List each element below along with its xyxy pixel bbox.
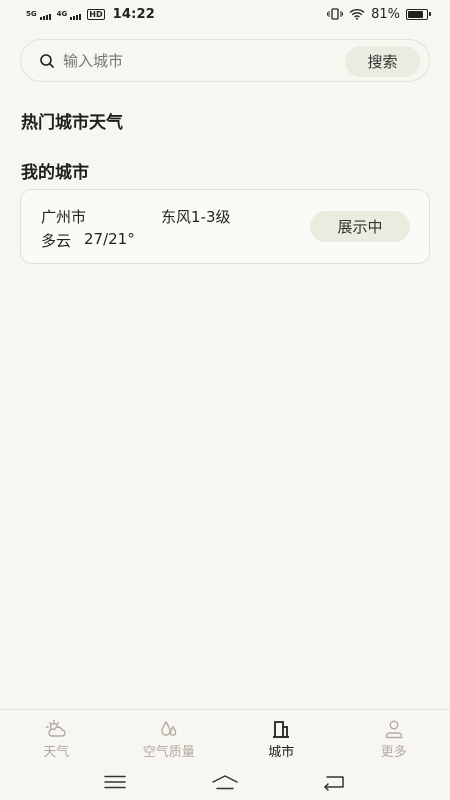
display-status-button[interactable]: 展示中 [310,211,410,242]
battery-icon [406,8,431,20]
droplets-icon [161,720,177,736]
tab-air-quality[interactable]: 空气质量 [113,710,226,763]
vibrate-icon [327,8,344,20]
menu-icon[interactable] [101,773,129,791]
bottom-tab-bar: 天气 空气质量 城市 更多 [0,709,450,763]
tab-more[interactable]: 更多 [338,710,450,763]
status-left: 5G 4G HD 14:22 [26,7,155,22]
battery-percent: 81% [371,6,400,22]
back-icon[interactable] [321,773,349,791]
network-label-4g: 4G [56,9,68,18]
person-icon [385,720,402,739]
search-bar: 搜索 [20,39,430,82]
tab-weather-label: 天气 [43,745,70,760]
city-wind: 东风1-3级 [161,208,231,226]
status-bar: 5G 4G HD 14:22 81% [0,0,450,28]
sun-cloud-icon [46,719,66,737]
hd-voice-icon: HD [87,8,105,20]
status-right: 81% [327,6,431,22]
network-label-5g: 5G [26,9,37,18]
hot-cities-title: 热门城市天气 [21,113,123,133]
city-card[interactable]: 广州市 东风1-3级 多云 27/21° 展示中 [20,189,430,264]
search-icon [40,53,54,68]
signal-5g-icon: 5G [26,9,51,20]
wifi-icon [349,8,365,20]
tab-more-label: 更多 [380,745,407,760]
battery-fill [408,10,423,18]
building-icon [273,721,290,738]
city-name: 广州市 [41,208,87,226]
tab-city[interactable]: 城市 [225,710,338,763]
tab-weather[interactable]: 天气 [0,710,113,763]
city-temperature: 27/21° [84,230,135,248]
home-icon[interactable] [211,773,239,791]
my-cities-title: 我的城市 [21,163,89,183]
status-time: 14:22 [112,6,155,22]
signal-4g-icon: 4G [56,9,82,20]
tab-air-quality-label: 空气质量 [142,745,195,760]
tab-city-label: 城市 [268,745,295,760]
system-nav-bar [0,763,450,800]
city-condition: 多云 [41,232,72,250]
search-button[interactable]: 搜索 [345,46,420,77]
